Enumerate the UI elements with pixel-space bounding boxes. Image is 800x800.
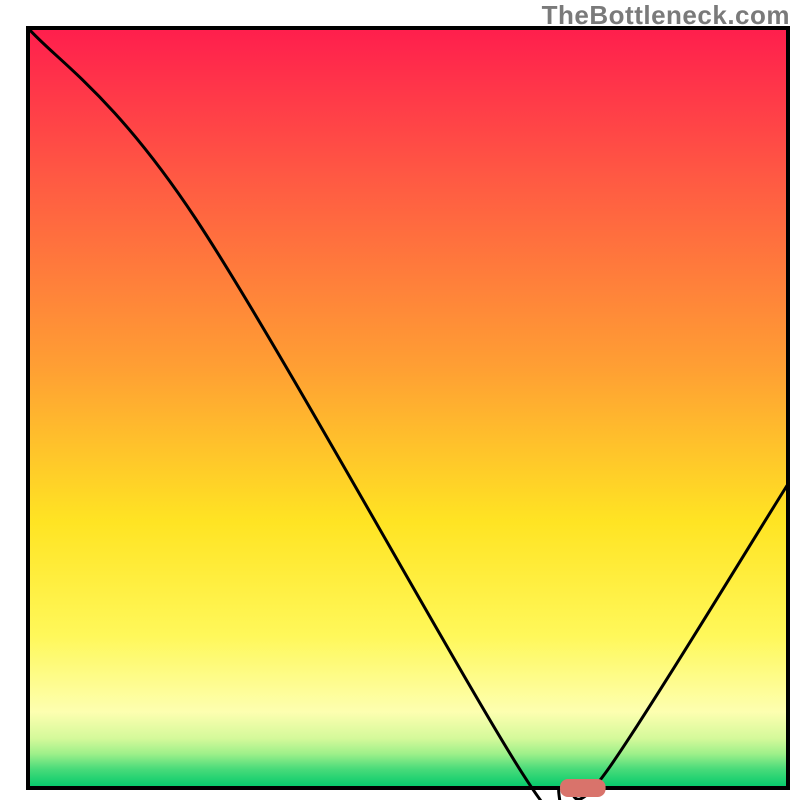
trough-marker <box>560 779 606 797</box>
watermark-text: TheBottleneck.com <box>542 0 790 31</box>
plot-area <box>28 28 788 788</box>
chart-svg <box>0 0 800 800</box>
chart-container: TheBottleneck.com <box>0 0 800 800</box>
